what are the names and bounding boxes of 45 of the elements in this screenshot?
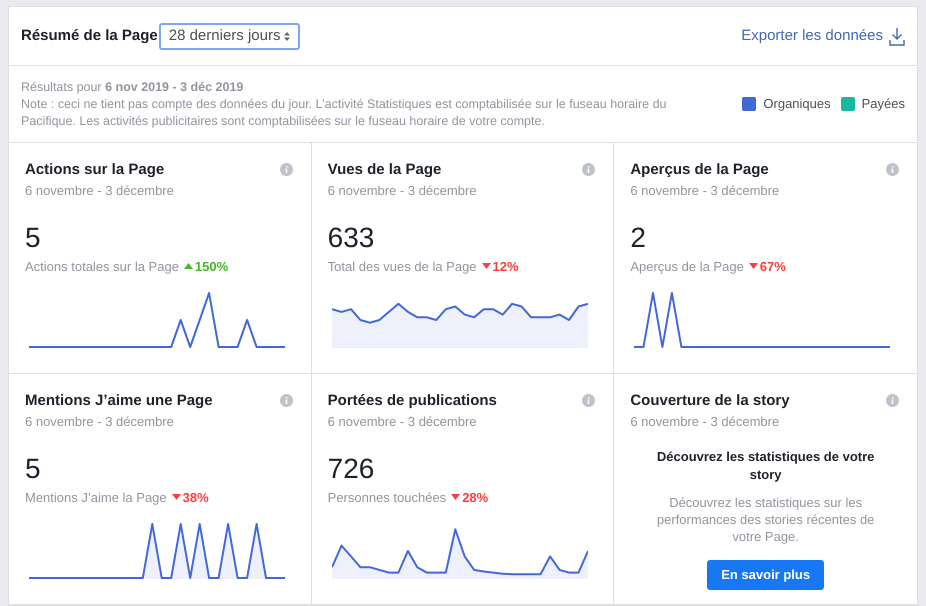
page-summary-title: Résumé de la Page: [21, 26, 158, 46]
card-title: Aperçus de la Page: [630, 161, 769, 179]
card-title: Mentions J’aime une Page: [25, 392, 213, 410]
metric-caption: Aperçus de la Page: [630, 258, 744, 276]
info-icon[interactable]: [280, 163, 293, 176]
metric-value: 633: [328, 220, 376, 254]
date-range: 6 novembre - 3 décembre: [25, 182, 175, 200]
promo-text: Découvrez les statistiques sur les performances des stories récentes de votre Page.: [656, 494, 876, 544]
export-data-link[interactable]: Exporter les données: [741, 24, 905, 48]
card-title: Portées de publications: [328, 392, 497, 410]
note-text: Note : ceci ne tient pas compte des données du jour. L’activité Statistiques est comptabilisée sur le fuseau horaire du Pacifique. Les activités publicitaires sont comptabilisées sur le fuseau horaire de votre compte.: [21, 96, 668, 130]
info-icon[interactable]: [886, 163, 899, 176]
change-percent: 150%: [194, 258, 228, 276]
change-percent: 28%: [462, 488, 488, 506]
metric-value: 5: [25, 452, 42, 486]
card-title: Couverture de la story: [630, 392, 790, 410]
date-range: 6 novembre - 3 décembre: [630, 182, 780, 200]
metric-caption: Actions totales sur la Page: [25, 258, 179, 276]
metric-caption: Mentions J’aime la Page: [25, 488, 167, 507]
legend-label: Organiques: [763, 95, 831, 114]
promo-heading: Découvrez les statistiques de votre story: [656, 448, 876, 484]
metric-value: 5: [25, 220, 42, 254]
date-range: 6 novembre - 3 décembre: [25, 413, 175, 431]
download-icon: [889, 26, 905, 46]
change-percent: 67%: [760, 258, 786, 276]
metric-value: 2: [630, 220, 647, 254]
date-range: 6 novembre - 3 décembre: [630, 413, 780, 431]
date-range: 6 novembre - 3 décembre: [328, 182, 478, 200]
legend-label: Payées: [862, 95, 905, 114]
results-period-text: Résultats pour 6 nov 2019 - 3 déc 2019: [21, 78, 244, 96]
card-title: Actions sur la Page: [25, 161, 164, 179]
metric-value: 726: [328, 452, 376, 486]
sort-arrows-icon: [284, 32, 290, 40]
change-percent: 12%: [492, 258, 519, 276]
learn-more-button[interactable]: En savoir plus: [707, 560, 824, 590]
info-icon[interactable]: [886, 394, 899, 407]
date-range: 6 novembre - 3 décembre: [328, 413, 478, 431]
info-icon[interactable]: [582, 394, 596, 407]
card-title: Vues de la Page: [328, 161, 442, 179]
info-icon[interactable]: [280, 394, 293, 407]
info-icon[interactable]: [582, 163, 596, 176]
period-select[interactable]: 28 derniers jours: [158, 22, 300, 50]
metric-caption: Total des vues de la Page: [328, 258, 477, 276]
change-percent: 38%: [182, 488, 209, 506]
metric-caption: Personnes touchées: [328, 488, 446, 506]
